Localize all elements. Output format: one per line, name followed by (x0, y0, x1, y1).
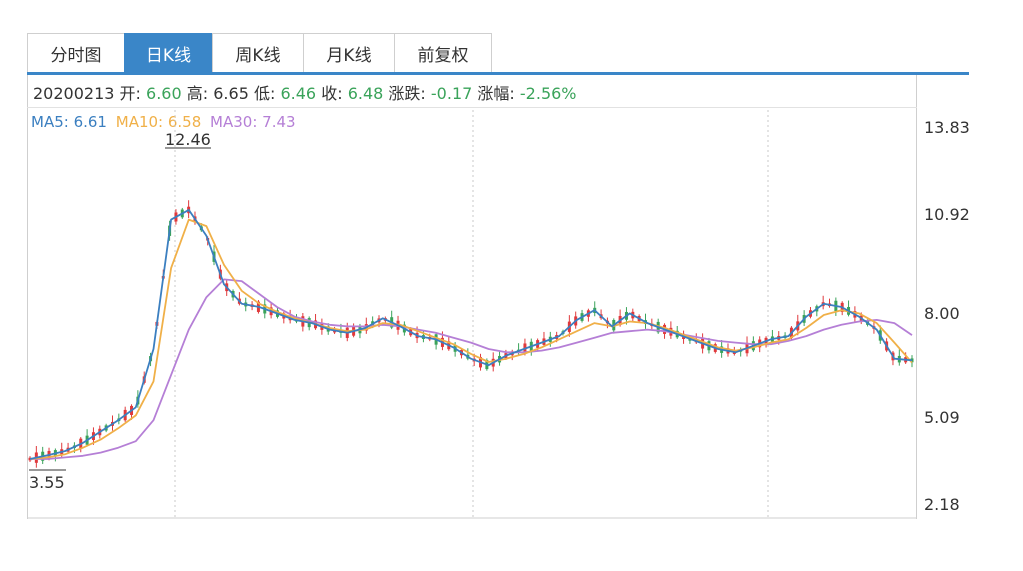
min-price-label: 3.55 (29, 473, 65, 492)
max-price-label: 12.46 (165, 130, 211, 149)
candlestick-chart: 12.46 3.55 (27, 110, 917, 519)
ma5-line (29, 208, 913, 460)
ma30-line (30, 278, 913, 460)
